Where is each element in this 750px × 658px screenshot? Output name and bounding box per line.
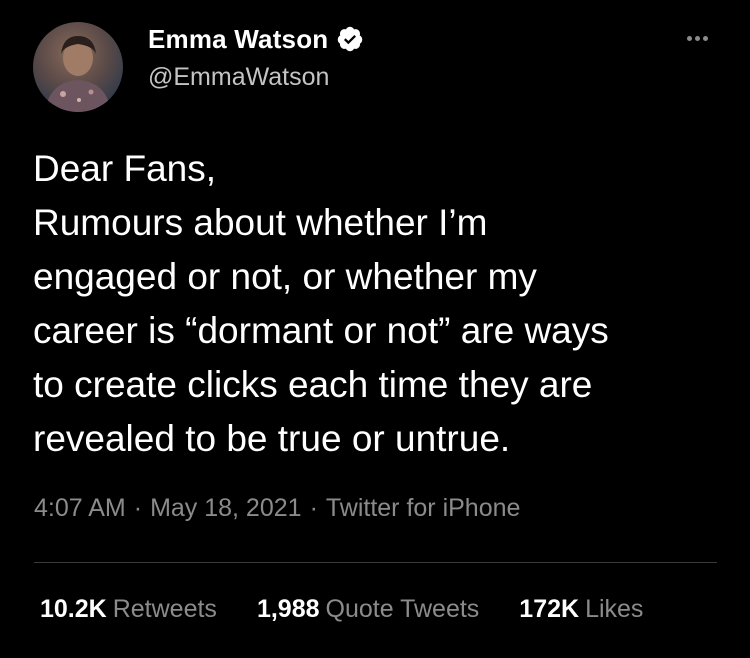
engagement-stats: 10.2K Retweets 1,988 Quote Tweets 172K Like… xyxy=(40,595,643,624)
verified-badge-icon xyxy=(336,25,364,53)
avatar-image xyxy=(45,36,111,112)
quote-tweets-stat[interactable]: 1,988 Quote Tweets xyxy=(257,595,479,624)
more-dot xyxy=(694,35,700,41)
more-dot xyxy=(686,35,692,41)
avatar[interactable] xyxy=(33,22,123,112)
tweet-text-line: career is “dormant or not” are ways xyxy=(33,310,609,351)
retweets-count: 10.2K xyxy=(40,595,107,623)
more-options-icon[interactable] xyxy=(680,26,714,50)
likes-count: 172K xyxy=(519,595,580,623)
tweet-text-line: engaged or not, or whether my xyxy=(33,256,537,297)
meta-separator: · xyxy=(133,494,143,522)
likes-label: Likes xyxy=(585,595,644,623)
quote-tweets-label: Quote Tweets xyxy=(325,595,480,623)
user-handle[interactable]: @EmmaWatson xyxy=(148,63,329,92)
tweet-time[interactable]: 4:07 AM xyxy=(34,494,126,522)
more-dot xyxy=(702,35,708,41)
retweets-label: Retweets xyxy=(112,595,217,623)
name-row: Emma Watson xyxy=(148,22,364,56)
retweets-stat[interactable]: 10.2K Retweets xyxy=(40,595,217,624)
tweet-card: Emma Watson @EmmaWatson Dear Fans, Rumou… xyxy=(0,0,750,658)
tweet-text-line: to create clicks each time they are xyxy=(33,364,593,405)
meta-separator: · xyxy=(309,494,318,522)
tweet-source[interactable]: Twitter for iPhone xyxy=(326,494,521,522)
tweet-text: Dear Fans, Rumours about whether I’m eng… xyxy=(33,142,723,466)
quote-tweets-count: 1,988 xyxy=(256,595,320,623)
tweet-date[interactable]: May 18, 2021 xyxy=(150,494,302,522)
likes-stat[interactable]: 172K Likes xyxy=(519,595,643,624)
divider xyxy=(34,562,717,563)
tweet-metadata: 4:07 AM · May 18, 2021 · Twitter for iPhone xyxy=(34,494,520,523)
display-name[interactable]: Emma Watson xyxy=(148,24,328,55)
tweet-text-line: Rumours about whether I’m xyxy=(33,202,488,243)
tweet-text-line: revealed to be true or untrue. xyxy=(33,418,511,459)
tweet-text-line: Dear Fans, xyxy=(33,148,217,189)
